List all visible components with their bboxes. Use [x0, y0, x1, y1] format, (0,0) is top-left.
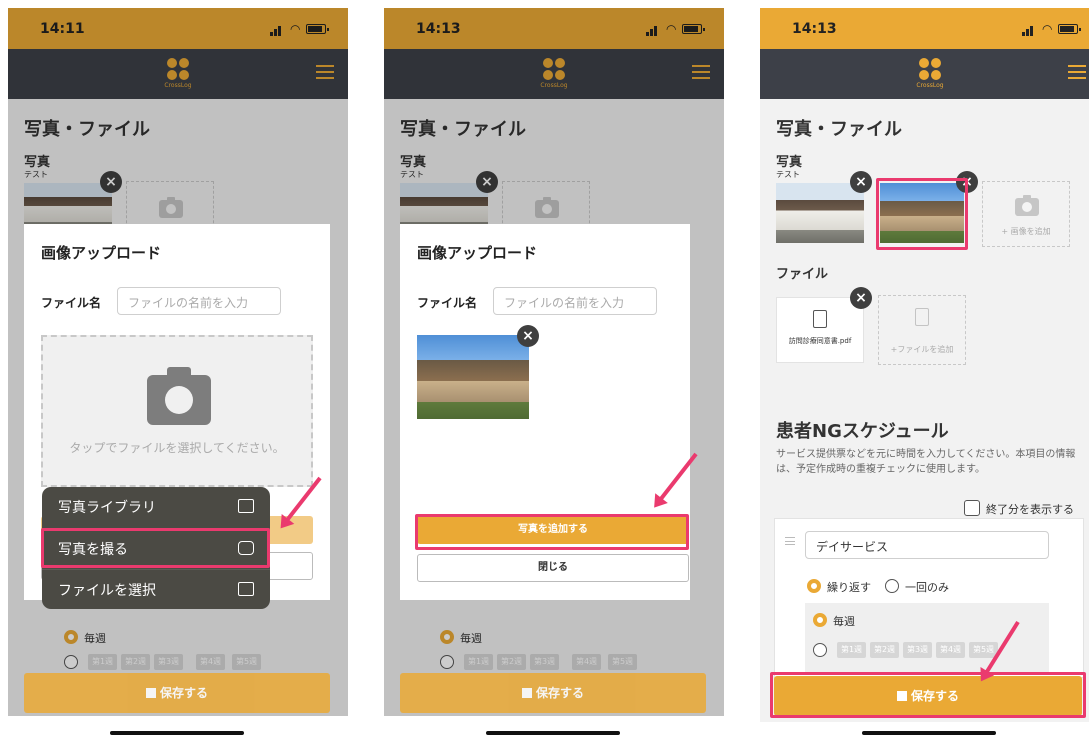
hamburger-menu-icon[interactable]: [1068, 65, 1086, 79]
file-dropzone[interactable]: タップでファイルを選択してください。: [41, 335, 313, 487]
save-button[interactable]: 保存する: [400, 673, 706, 713]
wifi-icon: ◠: [1042, 22, 1053, 36]
photo-thumbnail[interactable]: [776, 183, 864, 243]
dropzone-text: タップでファイルを選択してください。: [69, 441, 285, 455]
radio-weekly-label: 毎週: [833, 615, 855, 628]
file-name-input[interactable]: ファイルの名前を入力: [117, 287, 281, 315]
week-chip[interactable]: 第2週: [870, 642, 899, 658]
add-image-box[interactable]: + 画像を追加: [982, 181, 1070, 247]
ng-schedule-description: サービス提供票などを元に時間を入力してください。本項目の情報は、予定作成時の重複…: [776, 449, 1076, 475]
phone-screen-1: 14:11 ◠ CrossLog 写真・ファイル 写真 テスト × 毎週 第1週…: [8, 8, 348, 743]
weekly-options-panel: 毎週 第1週 第2週 第3週 第4週 第5週: [805, 603, 1049, 673]
repeat-label: 繰り返す: [827, 581, 871, 594]
file-card[interactable]: 訪問診療同意書.pdf: [776, 297, 864, 363]
signal-icon: [1022, 24, 1036, 36]
add-image-label: + 画像を追加: [1001, 227, 1051, 236]
menu-item-label: ファイルを選択: [58, 583, 156, 599]
add-file-box[interactable]: +ファイルを追加: [878, 295, 966, 365]
battery-icon: [1058, 24, 1081, 34]
remove-photo-icon[interactable]: ×: [850, 171, 872, 193]
highlight-box: [41, 528, 270, 568]
home-indicator: [110, 731, 244, 735]
document-icon: [813, 310, 827, 328]
crosslog-logo-icon: [918, 57, 942, 81]
remove-file-icon[interactable]: ×: [850, 287, 872, 309]
menu-item-label: 写真ライブラリ: [58, 500, 156, 516]
radio-repeat[interactable]: [807, 579, 821, 593]
status-bar: 14:13 ◠: [760, 8, 1089, 49]
radio-nth-week[interactable]: [813, 643, 827, 657]
remove-photo-icon[interactable]: ×: [517, 325, 539, 347]
menu-item-photo-library[interactable]: 写真ライブラリ: [42, 487, 270, 527]
save-icon: [145, 688, 156, 698]
show-end-label: 終了分を表示する: [986, 503, 1074, 516]
camera-icon: [1015, 195, 1039, 216]
photo-caption: テスト: [776, 170, 800, 179]
highlight-box: [770, 672, 1086, 718]
phone-screen-2: 14:13 ◠ CrossLog 写真・ファイル 写真 テスト × 毎週 第1週…: [384, 8, 724, 743]
photo-library-icon: [238, 499, 254, 513]
home-indicator: [486, 731, 620, 735]
add-file-label: +ファイルを追加: [890, 345, 954, 354]
folder-icon: [238, 582, 254, 596]
week-chip[interactable]: 第3週: [903, 642, 932, 658]
bottom-area: [384, 716, 724, 743]
highlight-box: [415, 514, 689, 550]
file-name-label: ファイル名: [41, 296, 102, 310]
modal-title: 画像アップロード: [417, 244, 538, 262]
modal-title: 画像アップロード: [41, 244, 162, 262]
save-label: 保存する: [535, 686, 584, 700]
photo-label: 写真: [776, 155, 803, 170]
close-button[interactable]: 閉じる: [417, 554, 689, 582]
camera-icon: [147, 367, 211, 425]
week-chip[interactable]: 第4週: [936, 642, 965, 658]
radio-once[interactable]: [885, 579, 899, 593]
document-icon: [915, 308, 929, 326]
home-indicator: [862, 731, 996, 735]
ng-schedule-title: 患者NGスケジュール: [776, 421, 949, 442]
phone-screen-3: 14:13 ◠ CrossLog 写真・ファイル 写真 テスト × × + 画像…: [760, 8, 1089, 743]
show-end-checkbox[interactable]: [964, 500, 980, 516]
save-button[interactable]: 保存する: [24, 673, 330, 713]
file-name-label: ファイル名: [417, 296, 478, 310]
week-chip[interactable]: 第1週: [837, 642, 866, 658]
status-time: 14:13: [792, 21, 837, 37]
selected-photo: [417, 335, 529, 419]
section-title: 写真・ファイル: [776, 119, 902, 140]
status-icons: ◠: [1022, 22, 1081, 36]
highlight-box: [876, 178, 968, 250]
file-label: ファイル: [776, 267, 829, 282]
drag-handle-icon[interactable]: [785, 537, 795, 545]
app-header: CrossLog: [760, 49, 1089, 99]
file-name: 訪問診療同意書.pdf: [788, 337, 852, 345]
once-label: 一回のみ: [905, 581, 949, 594]
save-label: 保存する: [159, 686, 208, 700]
service-name-input[interactable]: デイサービス: [805, 531, 1049, 559]
bottom-area: [8, 716, 348, 743]
logo-text: CrossLog: [916, 82, 944, 89]
menu-item-choose-file[interactable]: ファイルを選択: [42, 569, 270, 609]
file-name-input[interactable]: ファイルの名前を入力: [493, 287, 657, 315]
radio-weekly[interactable]: [813, 613, 827, 627]
save-icon: [521, 688, 532, 698]
